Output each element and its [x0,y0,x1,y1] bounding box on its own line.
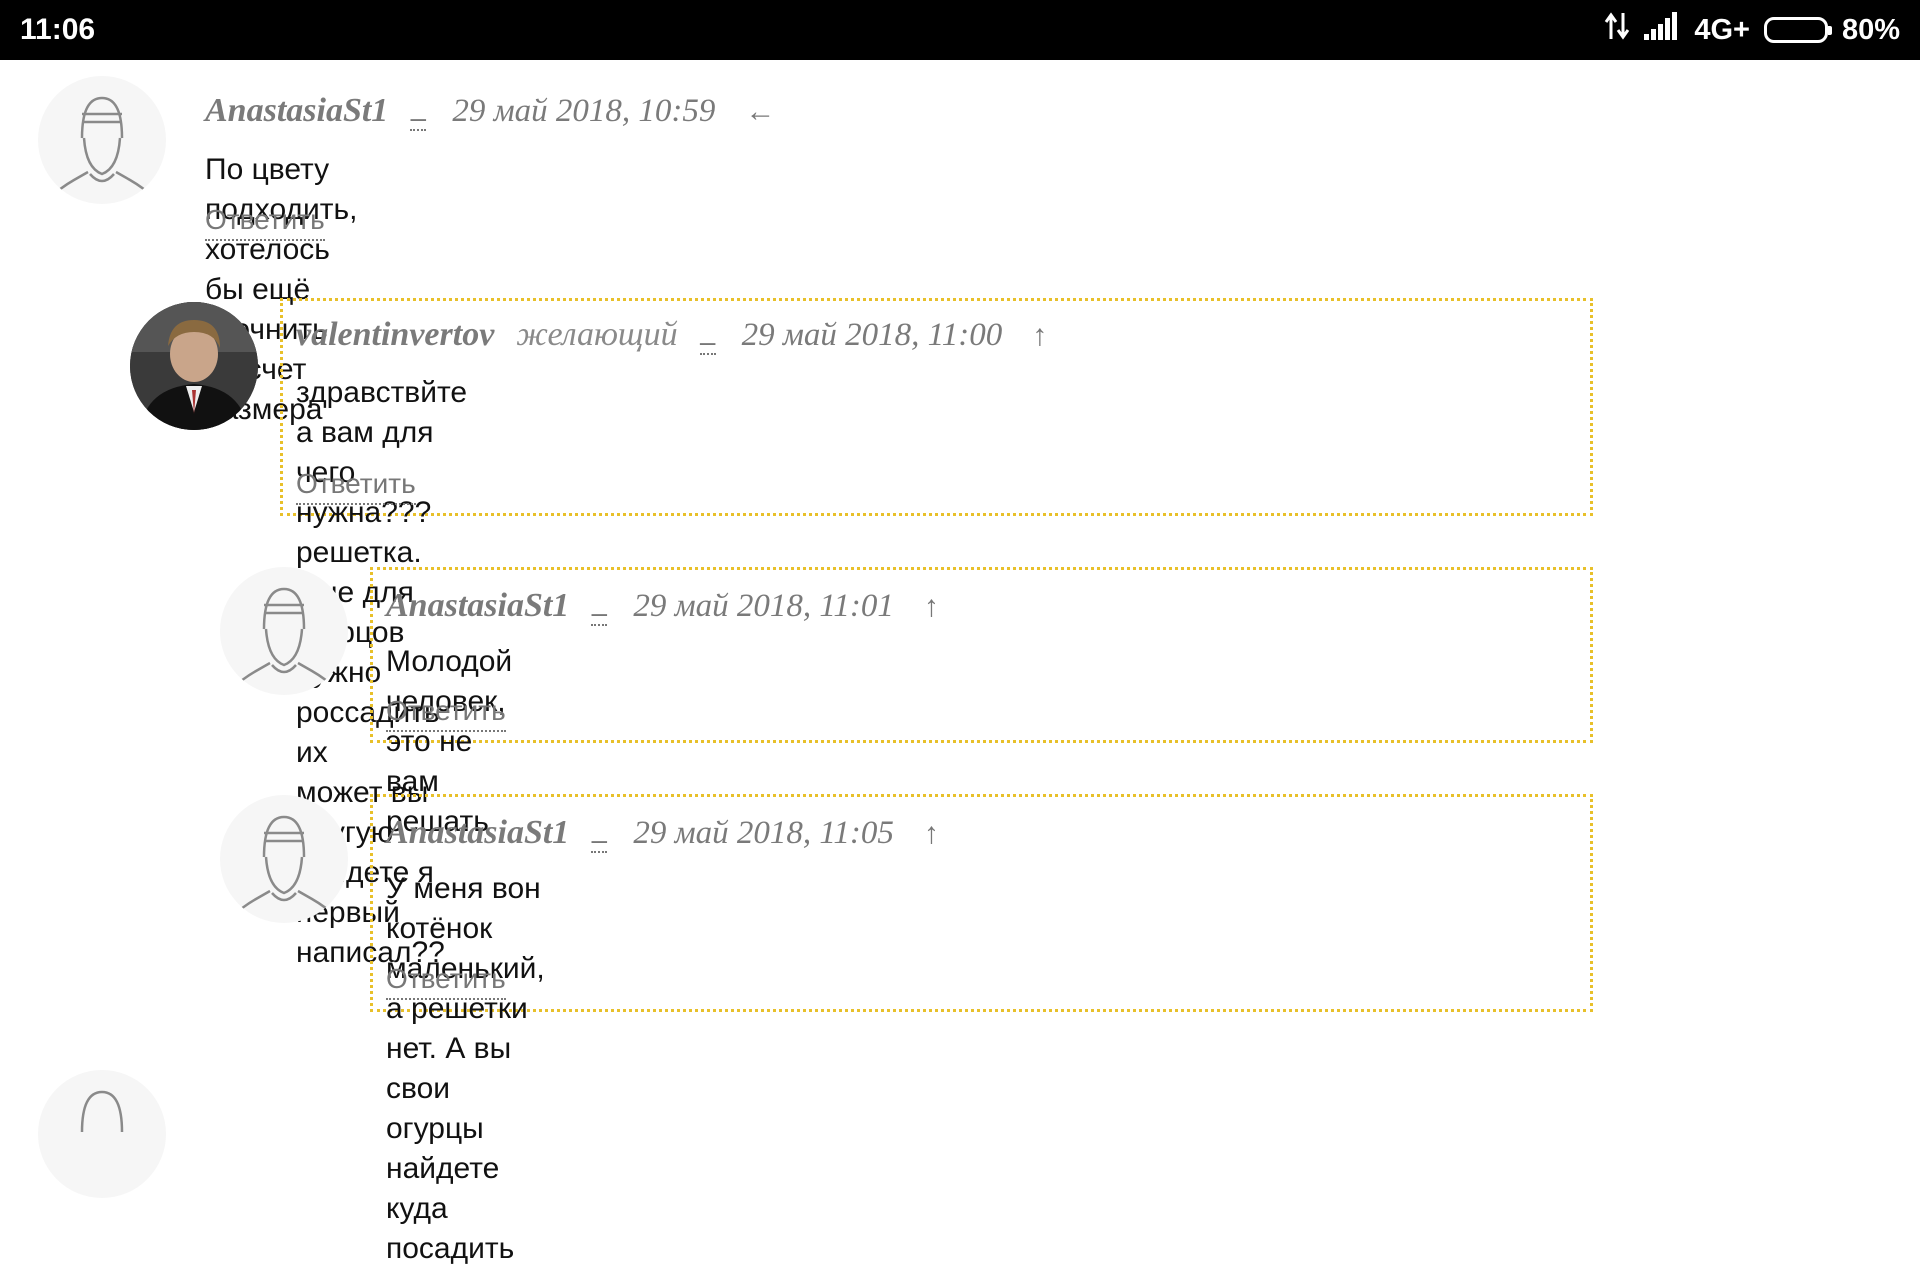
author-role: желающий [516,316,678,353]
collapse-toggle[interactable]: – [410,104,427,132]
reply-link[interactable]: Ответить [205,203,325,241]
author-name[interactable]: AnastasiaSt1 [386,814,569,852]
reply-link[interactable]: Ответить [296,467,416,505]
network-type: 4G+ [1694,13,1750,46]
arrow-up-icon[interactable]: ↑ [924,590,939,624]
author-name[interactable]: valentinvertov [296,316,494,354]
comment-text: У меня вон котёнок маленький, а решетки … [386,869,545,1269]
comment-meta: AnastasiaSt1 – 29 май 2018, 11:01 ↑ [386,587,939,627]
comment-text-line: посадить [386,1232,515,1265]
collapse-toggle[interactable]: – [591,599,608,627]
default-avatar-icon[interactable] [220,795,348,923]
reply-link[interactable]: Ответить [386,962,506,1000]
status-icons: 4G+ 80% [1604,12,1900,48]
author-name[interactable]: AnastasiaSt1 [205,92,388,130]
comment-meta: AnastasiaSt1 – 29 май 2018, 10:59 ← [205,92,775,132]
collapse-toggle[interactable]: – [591,826,608,854]
reply-link[interactable]: Ответить [386,694,506,732]
arrow-up-icon[interactable]: ↑ [1032,319,1047,353]
comment-meta: AnastasiaSt1 – 29 май 2018, 11:05 ↑ [386,814,939,854]
signal-strength-icon [1644,12,1680,48]
user-photo-avatar[interactable] [130,302,258,430]
battery-percent: 80% [1841,13,1900,46]
arrow-left-icon[interactable]: ← [745,95,775,129]
default-avatar-icon[interactable] [38,76,166,204]
comment-text-line: У меня вон котёнок маленький, а решетки … [386,872,545,1225]
data-transfer-icon [1604,11,1630,49]
comment-date[interactable]: 29 май 2018, 11:05 [633,815,894,852]
comment-date[interactable]: 29 май 2018, 11:00 [742,317,1003,354]
default-avatar-icon[interactable] [38,1070,166,1198]
status-time: 11:06 [20,13,96,46]
battery-icon [1763,17,1832,43]
default-avatar-icon[interactable] [220,567,348,695]
arrow-up-icon[interactable]: ↑ [924,817,939,851]
comment-meta: valentinvertov желающий – 29 май 2018, 1… [296,316,1047,356]
status-bar: 11:06 4G+ 80% [0,0,1920,60]
author-name[interactable]: AnastasiaSt1 [386,587,569,625]
collapse-toggle[interactable]: – [699,328,716,356]
comment-date[interactable]: 29 май 2018, 11:01 [633,588,894,625]
comment-date[interactable]: 29 май 2018, 10:59 [452,93,715,130]
